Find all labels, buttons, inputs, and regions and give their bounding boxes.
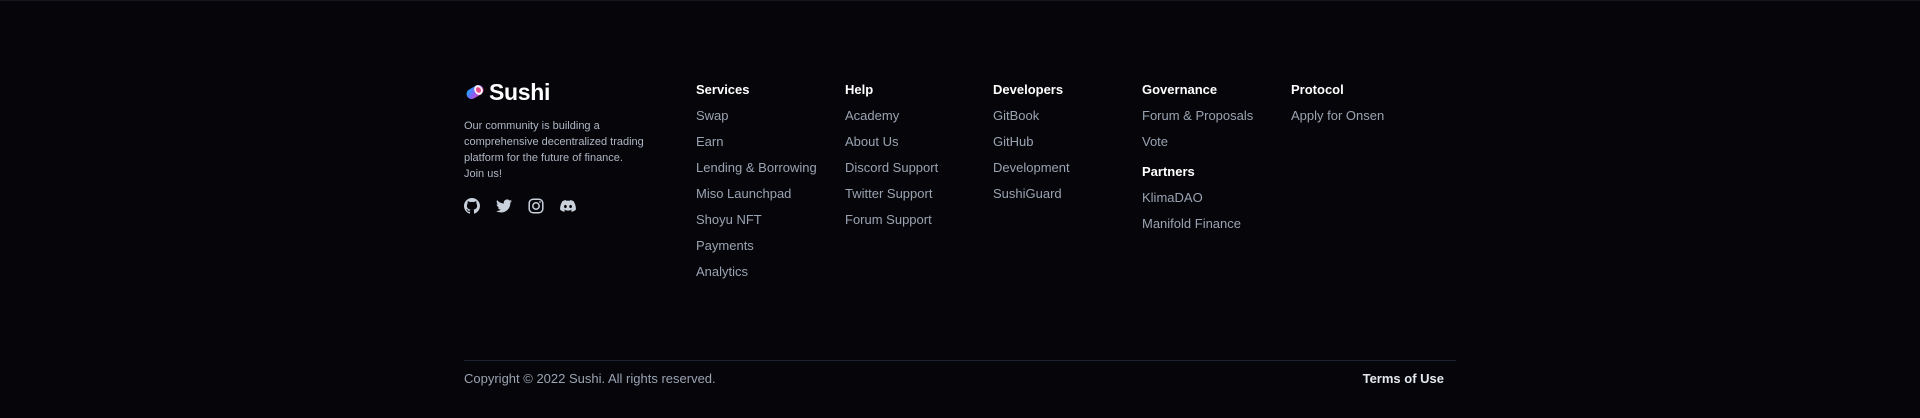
link-shoyu-nft[interactable]: Shoyu NFT (696, 210, 817, 230)
partners-heading: Partners (1142, 164, 1195, 179)
protocol-column: Protocol Apply for Onsen (1291, 80, 1384, 132)
link-academy[interactable]: Academy (845, 106, 938, 126)
link-apply-for-onsen[interactable]: Apply for Onsen (1291, 106, 1384, 126)
partners-section: Partners KlimaDAO Manifold Finance (1142, 162, 1253, 234)
sushi-logo-icon (466, 85, 484, 99)
help-heading: Help (845, 82, 874, 97)
social-links (464, 198, 664, 214)
services-column: Services Swap Earn Lending & Borrowing M… (696, 80, 817, 288)
link-forum-proposals[interactable]: Forum & Proposals (1142, 106, 1253, 126)
footer-divider (464, 360, 1456, 361)
link-earn[interactable]: Earn (696, 132, 817, 152)
services-heading: Services (696, 82, 750, 97)
brand-block: Sushi Our community is building a compre… (464, 78, 664, 214)
link-swap[interactable]: Swap (696, 106, 817, 126)
link-analytics[interactable]: Analytics (696, 262, 817, 282)
link-github[interactable]: GitHub (993, 132, 1070, 152)
link-sushiguard[interactable]: SushiGuard (993, 184, 1070, 204)
link-manifold-finance[interactable]: Manifold Finance (1142, 214, 1253, 234)
governance-heading: Governance (1142, 82, 1218, 97)
terms-of-use-link[interactable]: Terms of Use (1363, 370, 1444, 388)
brand-name: Sushi (489, 78, 551, 105)
governance-column: Governance Forum & Proposals Vote Partne… (1142, 80, 1253, 240)
brand-description: Our community is building a comprehensiv… (464, 120, 644, 180)
link-forum-support[interactable]: Forum Support (845, 210, 938, 230)
copyright-text: Copyright © 2022 Sushi. All rights reser… (464, 371, 716, 386)
link-lending-borrowing[interactable]: Lending & Borrowing (696, 158, 817, 178)
link-klimadao[interactable]: KlimaDAO (1142, 188, 1253, 208)
link-vote[interactable]: Vote (1142, 132, 1253, 152)
link-development[interactable]: Development (993, 158, 1070, 178)
protocol-heading: Protocol (1291, 82, 1344, 97)
link-gitbook[interactable]: GitBook (993, 106, 1070, 126)
developers-column: Developers GitBook GitHub Development Su… (993, 80, 1070, 210)
developers-heading: Developers (993, 82, 1064, 97)
twitter-icon[interactable] (496, 198, 512, 214)
link-miso-launchpad[interactable]: Miso Launchpad (696, 184, 817, 204)
link-discord-support[interactable]: Discord Support (845, 158, 938, 178)
help-column: Help Academy About Us Discord Support Tw… (845, 80, 938, 236)
sushi-logo[interactable]: Sushi (464, 78, 664, 105)
link-about-us[interactable]: About Us (845, 132, 938, 152)
top-border (0, 0, 1920, 1)
discord-icon[interactable] (560, 198, 576, 214)
link-payments[interactable]: Payments (696, 236, 817, 256)
instagram-icon[interactable] (528, 198, 544, 214)
github-icon[interactable] (464, 198, 480, 214)
link-twitter-support[interactable]: Twitter Support (845, 184, 938, 204)
